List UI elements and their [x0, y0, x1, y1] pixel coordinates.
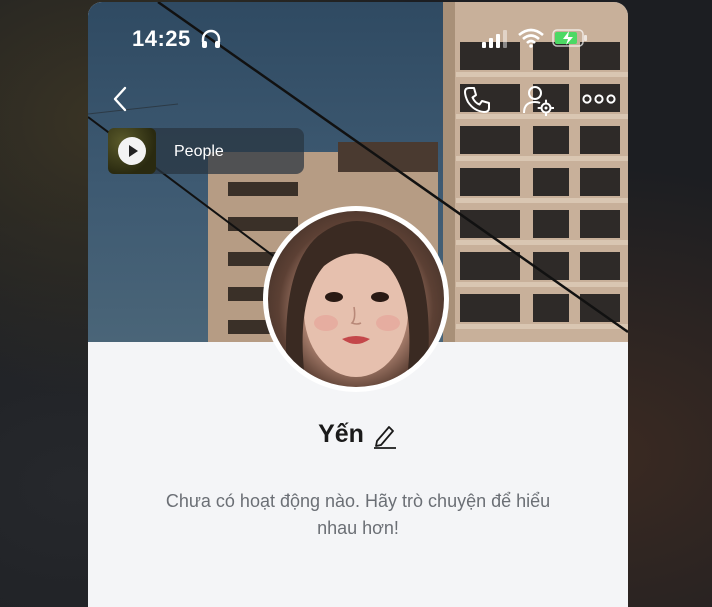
headphones-icon [201, 29, 221, 48]
timeline-empty-message: Chưa có hoạt động nào. Hãy trò chuyện để… [88, 488, 628, 542]
profile-name-row: Yến [88, 420, 628, 449]
empty-message-line2: nhau hơn! [317, 518, 399, 538]
phone-icon[interactable] [462, 85, 492, 115]
battery-charging-icon [552, 29, 587, 47]
wifi-icon [518, 28, 544, 48]
profile-name: Yến [318, 420, 364, 448]
signal-icon [482, 30, 507, 48]
music-thumbnail [108, 128, 156, 174]
avatar[interactable] [263, 206, 449, 392]
user-settings-icon[interactable] [522, 84, 554, 116]
back-button[interactable] [106, 84, 136, 114]
avatar-photo [268, 211, 444, 387]
pencil-icon[interactable] [372, 423, 398, 449]
music-title: People [174, 143, 224, 160]
empty-message-line1: Chưa có hoạt động nào. Hãy trò chuyện để… [165, 491, 551, 511]
play-icon[interactable] [118, 137, 146, 165]
more-icon[interactable] [582, 92, 616, 106]
status-bar: 14:25 [88, 2, 628, 72]
status-time: 14:25 [132, 26, 191, 51]
profile-music-chip[interactable]: People [108, 128, 304, 174]
profile-screen: 14:25 People Yến Chưa có hoạt động nào. … [88, 2, 628, 607]
